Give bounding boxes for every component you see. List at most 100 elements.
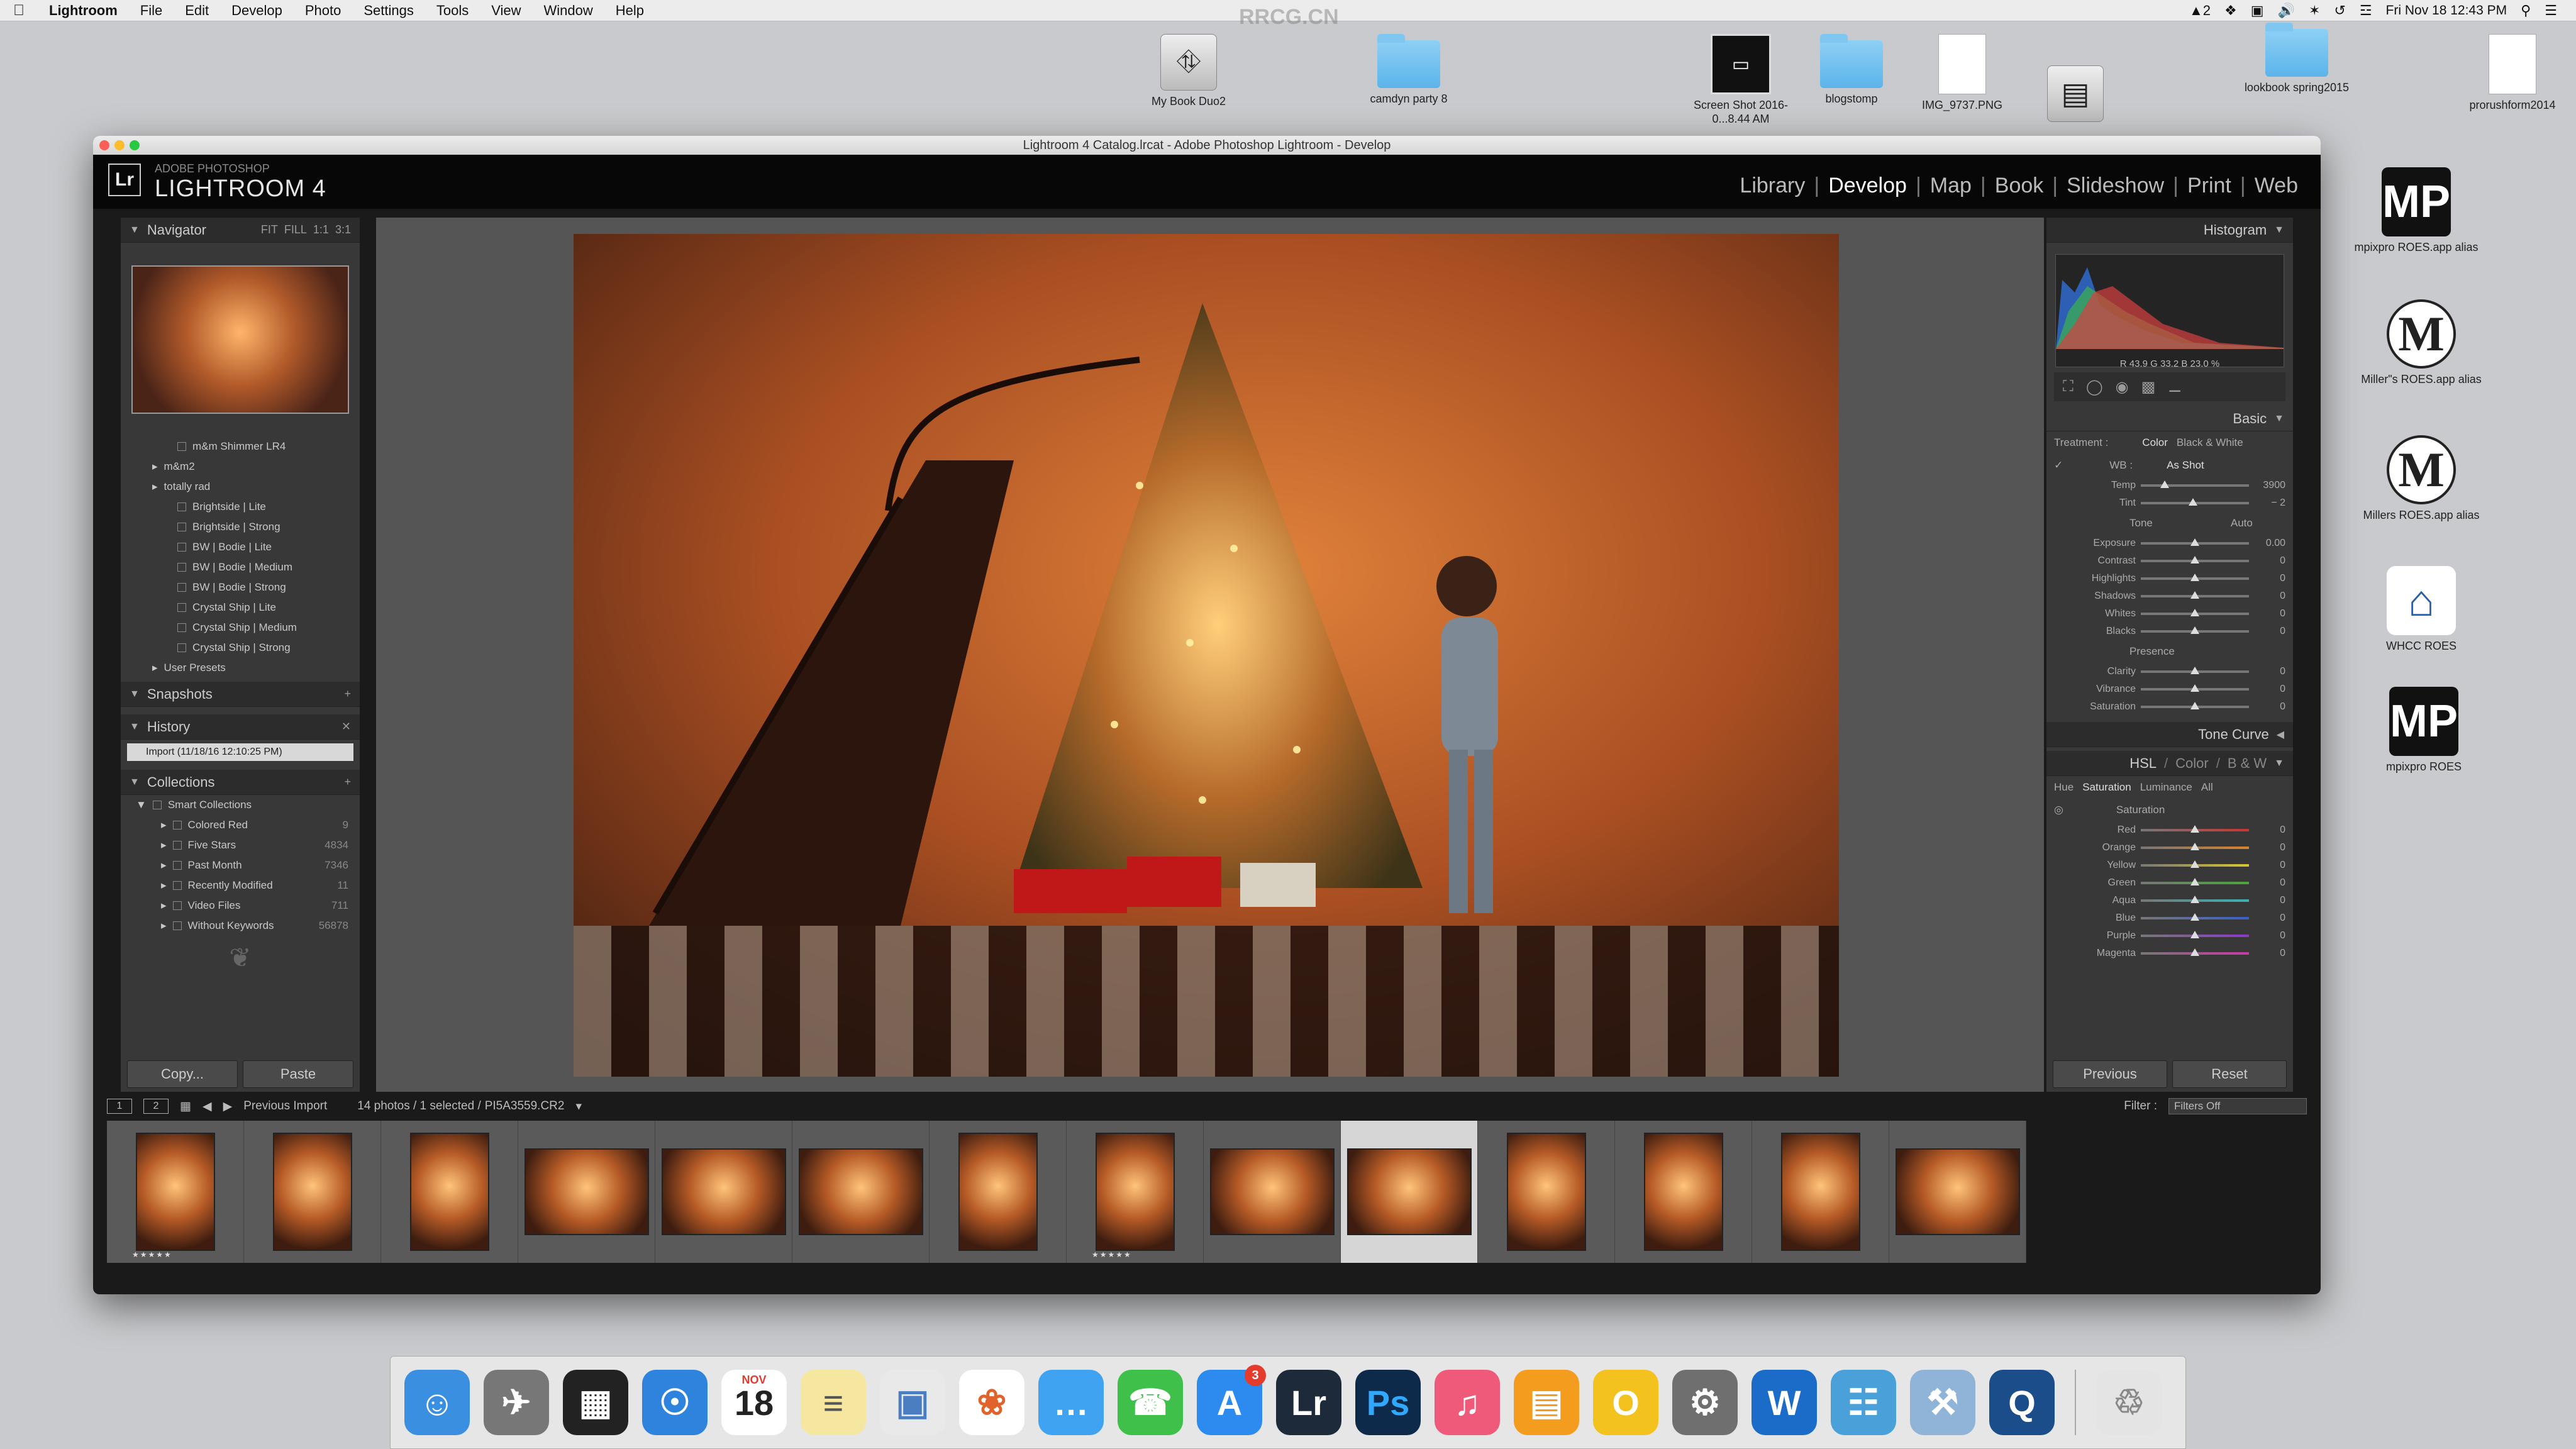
slider-green[interactable]: Green 0 [2046, 874, 2293, 892]
filmstrip-thumbnail[interactable] [1643, 1133, 1723, 1251]
module-book[interactable]: Book [1986, 174, 2053, 198]
slider-knob[interactable] [2160, 480, 2169, 488]
system-preferences-icon[interactable]: ⚙ [1672, 1370, 1738, 1435]
display-icon[interactable]: ▣ [2251, 3, 2264, 19]
filmstrip-thumbnail[interactable] [135, 1133, 215, 1251]
slider-value[interactable]: − 2 [2254, 497, 2285, 509]
filmstrip-cell[interactable] [1752, 1121, 1889, 1263]
tab-color[interactable]: Color [2175, 755, 2209, 772]
slider-contrast[interactable]: Contrast 0 [2046, 552, 2293, 570]
filmstrip-cell[interactable] [1204, 1121, 1341, 1263]
photos-icon[interactable]: ❀ [959, 1370, 1024, 1435]
slider-track[interactable] [2141, 896, 2249, 903]
filmstrip-cell[interactable]: ★★★★★ [1067, 1121, 1204, 1263]
slider-track[interactable] [2141, 609, 2249, 616]
preset-item[interactable]: ▸ totally rad [121, 477, 360, 497]
apple-icon[interactable]:  [0, 2, 38, 19]
finder-icon[interactable]: ☺ [404, 1370, 470, 1435]
menu-edit[interactable]: Edit [174, 3, 220, 19]
minimize-window-icon[interactable] [114, 140, 125, 150]
collection-item[interactable]: ▸ Recently Modified 11 [121, 875, 360, 896]
slider-knob[interactable] [2190, 878, 2199, 886]
time-machine-icon[interactable]: ↺ [2334, 3, 2345, 19]
menu-photo[interactable]: Photo [294, 3, 353, 19]
slider-value[interactable]: 0 [2254, 591, 2285, 602]
zoom-1-1[interactable]: 1:1 [313, 223, 329, 236]
slider-yellow[interactable]: Yellow 0 [2046, 857, 2293, 874]
wb-select[interactable]: As Shot [2167, 459, 2204, 472]
slider-blue[interactable]: Blue 0 [2046, 909, 2293, 927]
menu-list-icon[interactable]: ☰ [2545, 3, 2557, 19]
slider-track[interactable] [2141, 498, 2249, 506]
messages-icon[interactable]: … [1038, 1370, 1104, 1435]
filmstrip-thumbnail[interactable] [798, 1148, 923, 1235]
collection-item[interactable]: ▸ Colored Red 9 [121, 815, 360, 835]
network-icon[interactable]: ☷ [1831, 1370, 1896, 1435]
tab-bw[interactable]: B & W [2228, 755, 2267, 772]
slider-value[interactable]: 0 [2254, 842, 2285, 853]
collection-item[interactable]: ▸ Past Month 7346 [121, 855, 360, 875]
module-map[interactable]: Map [1921, 174, 1980, 198]
slider-value[interactable]: 0 [2254, 626, 2285, 637]
slider-whites[interactable]: Whites 0 [2046, 605, 2293, 623]
histogram-header[interactable]: Histogram ▼ [2046, 218, 2293, 243]
hsl-header[interactable]: HSL / Color / B & W ▼ [2046, 751, 2293, 776]
module-slideshow[interactable]: Slideshow [2058, 174, 2173, 198]
rating-stars[interactable]: ★★★★★ [1092, 1250, 1132, 1259]
menu-window[interactable]: Window [533, 3, 604, 19]
slider-temp[interactable]: Temp 3900 [2046, 477, 2293, 494]
add-collection-icon[interactable]: + [344, 775, 351, 789]
slider-knob[interactable] [2190, 609, 2199, 616]
slider-value[interactable]: 0 [2254, 666, 2285, 677]
slider-track[interactable] [2141, 684, 2249, 692]
module-library[interactable]: Library [1731, 174, 1814, 198]
filmstrip-cell[interactable] [1615, 1121, 1752, 1263]
slider-track[interactable] [2141, 538, 2249, 546]
desktop-item-mpixpro[interactable]: MP mpixpro ROES [2361, 687, 2487, 774]
ibooks-icon[interactable]: ▤ [1514, 1370, 1579, 1435]
smart-collections-folder[interactable]: ▼ Smart Collections [121, 795, 360, 815]
preset-item[interactable]: BW | Bodie | Strong [121, 577, 360, 597]
slider-knob[interactable] [2190, 860, 2199, 868]
screen-2-button[interactable]: 2 [143, 1099, 169, 1114]
desktop-item-whcc[interactable]: ⌂ WHCC ROES [2358, 566, 2484, 653]
selected-filename[interactable]: PI5A3559.CR2 [485, 1099, 565, 1113]
collections-header[interactable]: ▼ Collections + [121, 770, 360, 795]
slider-shadows[interactable]: Shadows 0 [2046, 587, 2293, 605]
slider-value[interactable]: 0 [2254, 608, 2285, 619]
source-label[interactable]: Previous Import [243, 1099, 327, 1113]
history-header[interactable]: ▼ History ✕ [121, 714, 360, 740]
preset-item[interactable]: m&m Shimmer LR4 [121, 436, 360, 457]
desktop-item-millers-alias-1[interactable]: M Miller"s ROES.app alias [2358, 299, 2484, 386]
desktop-item-screenshot[interactable]: ▭ Screen Shot 2016-0...8.44 AM [1678, 34, 1804, 126]
zoom-fit[interactable]: FIT [261, 223, 278, 236]
collection-item[interactable]: ▸ Video Files 711 [121, 896, 360, 916]
slider-tint[interactable]: Tint − 2 [2046, 494, 2293, 512]
slider-knob[interactable] [2190, 913, 2199, 921]
grid-icon[interactable]: ▦ [180, 1099, 191, 1114]
slider-value[interactable]: 0 [2254, 701, 2285, 713]
slider-value[interactable]: 0 [2254, 860, 2285, 871]
slider-red[interactable]: Red 0 [2046, 821, 2293, 839]
slider-blacks[interactable]: Blacks 0 [2046, 623, 2293, 640]
filename-dropdown-icon[interactable]: ▾ [575, 1099, 582, 1114]
collection-item[interactable]: ▸ Five Stars 4834 [121, 835, 360, 855]
treatment-bw[interactable]: Black & White [2177, 436, 2243, 449]
wifi-icon[interactable]: ☲ [2360, 3, 2372, 19]
desktop-item-my-book[interactable]: ⛗ My Book Duo2 [1126, 34, 1252, 108]
treatment-color[interactable]: Color [2142, 436, 2168, 449]
slider-knob[interactable] [2190, 538, 2199, 546]
spot-removal-icon[interactable]: ◯ [2086, 378, 2103, 396]
search-icon[interactable]: ⚲ [2521, 3, 2531, 19]
filmstrip-thumbnail[interactable] [1895, 1148, 2020, 1235]
trash-icon[interactable]: ♲ [2096, 1370, 2162, 1435]
slider-orange[interactable]: Orange 0 [2046, 839, 2293, 857]
filmstrip-cell[interactable] [518, 1121, 655, 1263]
desktop-item-camdyn[interactable]: camdyn party 8 [1346, 34, 1472, 106]
slider-knob[interactable] [2190, 825, 2199, 833]
desktop-item-millers-alias-2[interactable]: M Millers ROES.app alias [2358, 435, 2484, 522]
back-icon[interactable]: ◀ [203, 1099, 212, 1114]
slider-track[interactable] [2141, 702, 2249, 709]
desktop-item-hard-drive[interactable]: ▤ [2012, 65, 2138, 126]
slider-highlights[interactable]: Highlights 0 [2046, 570, 2293, 587]
